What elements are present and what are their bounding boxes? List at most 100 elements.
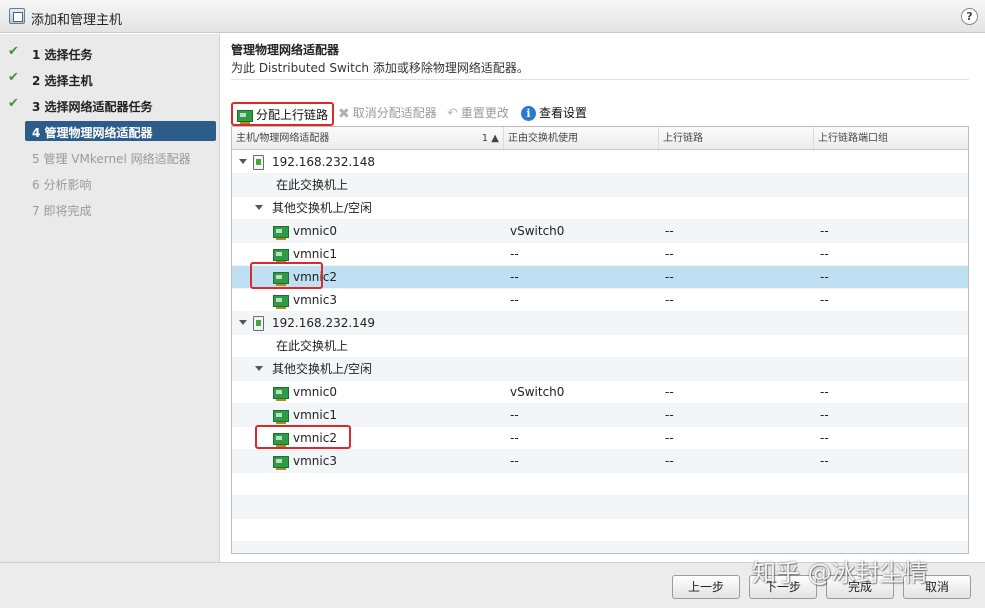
network-adapter-icon (273, 295, 289, 309)
network-adapter-icon (273, 410, 289, 424)
sort-indicator: 1 ▲ (481, 133, 499, 144)
adapter-name-cell: 192.168.232.148 (272, 155, 376, 169)
window-titlebar: 添加和管理主机 ? (0, 0, 985, 33)
switch-cell: vSwitch0 (510, 385, 565, 399)
uplink-portgroup-cell: -- (820, 408, 829, 422)
view-settings-button[interactable]: i 查看设置 (521, 102, 587, 126)
uplink-portgroup-cell: -- (820, 431, 829, 445)
table-row[interactable]: 在此交换机上 (232, 174, 968, 197)
divider (231, 79, 969, 80)
table-row[interactable]: 192.168.232.148 (232, 151, 968, 174)
network-adapter-icon (273, 433, 289, 447)
network-adapter-icon (273, 226, 289, 240)
table-row[interactable]: vmnic2 -- -- -- (232, 266, 968, 289)
uplink-portgroup-cell: -- (820, 247, 829, 261)
adapter-name-cell: vmnic3 (293, 293, 337, 307)
assign-uplink-label: 分配上行链路 (256, 108, 329, 122)
network-adapter-icon (237, 109, 253, 124)
adapter-name-cell: 其他交换机上/空闲 (272, 201, 373, 215)
expand-toggle-icon[interactable] (255, 205, 263, 210)
step-label: 2 选择主机 (32, 74, 93, 88)
host-icon (253, 155, 264, 170)
uplink-portgroup-cell: -- (820, 270, 829, 284)
step-7: 7 即将完成 (0, 199, 220, 219)
uplink-cell: -- (665, 385, 674, 399)
uplink-cell: -- (665, 224, 674, 238)
step-5: 5 管理 VMkernel 网络适配器 (0, 147, 220, 167)
empty-row (232, 519, 968, 542)
table-row[interactable]: vmnic3 -- -- -- (232, 450, 968, 473)
uplink-portgroup-cell: -- (820, 454, 829, 468)
network-adapter-icon (273, 249, 289, 263)
step-label: 3 选择网络适配器任务 (32, 100, 153, 114)
check-icon: ✔ (8, 44, 19, 59)
wizard-steps: ✔ 1 选择任务 ✔ 2 选择主机 ✔ 3 选择网络适配器任务 4 管理物理网络… (0, 34, 220, 562)
adapter-name-cell: vmnic1 (293, 408, 337, 422)
step-label: 7 即将完成 (32, 204, 92, 218)
table-row[interactable]: 在此交换机上 (232, 335, 968, 358)
adapter-name-cell: vmnic1 (293, 247, 337, 261)
adapter-name-cell: 192.168.232.149 (272, 316, 376, 330)
unassign-adapter-label: 取消分配适配器 (352, 106, 437, 120)
watermark: 知乎 @冰封尘情 (752, 559, 928, 587)
adapter-name-cell: 在此交换机上 (276, 339, 349, 353)
step-1[interactable]: ✔ 1 选择任务 (0, 43, 220, 63)
uplink-cell: -- (665, 454, 674, 468)
uplink-portgroup-cell: -- (820, 385, 829, 399)
column-header-uplink-portgroup[interactable]: 上行链路端口组 (814, 127, 968, 150)
network-adapter-icon (273, 456, 289, 470)
table-row[interactable]: vmnic1 -- -- -- (232, 404, 968, 427)
uplink-cell: -- (665, 408, 674, 422)
expand-toggle-icon[interactable] (255, 366, 263, 371)
reset-changes-label: 重置更改 (460, 106, 509, 120)
expand-toggle-icon[interactable] (239, 320, 247, 325)
help-icon[interactable]: ? (961, 8, 978, 25)
switch-cell: -- (510, 270, 519, 284)
table-row[interactable]: vmnic2 -- -- -- (232, 427, 968, 450)
uplink-portgroup-cell: -- (820, 293, 829, 307)
step-3[interactable]: ✔ 3 选择网络适配器任务 (0, 95, 220, 115)
adapter-name-cell: 在此交换机上 (276, 178, 349, 192)
empty-row (232, 496, 968, 519)
main-panel: 管理物理网络适配器 为此 Distributed Switch 添加或移除物理网… (221, 34, 985, 562)
column-header-in-use-by-switch[interactable]: 正由交换机使用 (504, 127, 659, 150)
table-row[interactable]: vmnic0 vSwitch0 -- -- (232, 381, 968, 404)
adapter-name-cell: vmnic2 (293, 270, 337, 284)
uplink-cell: -- (665, 293, 674, 307)
table-body: 192.168.232.148 在此交换机上 其他交换机上/空闲 vmnic0 vSwi… (232, 151, 968, 553)
unassign-adapter-button[interactable]: ✖ 取消分配适配器 (338, 102, 437, 126)
column-header-label: 上行链路端口组 (818, 133, 888, 144)
step-2[interactable]: ✔ 2 选择主机 (0, 69, 220, 89)
column-header-label: 主机/物理网络适配器 (236, 133, 330, 144)
network-adapter-icon (273, 387, 289, 401)
undo-icon: ↶ (447, 105, 458, 121)
empty-row (232, 473, 968, 496)
network-adapter-icon (273, 272, 289, 286)
step-4-current[interactable]: 4 管理物理网络适配器 (25, 121, 216, 141)
table-row[interactable]: 其他交换机上/空闲 (232, 358, 968, 381)
switch-cell: -- (510, 408, 519, 422)
uplink-cell: -- (665, 431, 674, 445)
step-label: 5 管理 VMkernel 网络适配器 (32, 152, 191, 166)
table-row[interactable]: 其他交换机上/空闲 (232, 197, 968, 220)
host-icon (253, 316, 264, 331)
step-6: 6 分析影响 (0, 173, 220, 193)
table-row[interactable]: 192.168.232.149 (232, 312, 968, 335)
column-header-label: 正由交换机使用 (508, 133, 578, 144)
column-header-uplink[interactable]: 上行链路 (659, 127, 814, 150)
table-row[interactable]: vmnic3 -- -- -- (232, 289, 968, 312)
check-icon: ✔ (8, 96, 19, 111)
table-row[interactable]: vmnic1 -- -- -- (232, 243, 968, 266)
back-button[interactable]: 上一步 (672, 575, 740, 599)
table-row[interactable]: vmnic0 vSwitch0 -- -- (232, 220, 968, 243)
assign-uplink-button[interactable]: 分配上行链路 (231, 102, 334, 126)
column-header-host-adapter[interactable]: 主机/物理网络适配器 1 ▲ (232, 127, 504, 150)
reset-changes-button[interactable]: ↶ 重置更改 (447, 102, 509, 126)
column-header-label: 上行链路 (663, 133, 703, 144)
adapter-name-cell: vmnic3 (293, 454, 337, 468)
window-icon (9, 8, 25, 24)
close-icon: ✖ (338, 105, 350, 122)
adapter-name-cell: vmnic0 (293, 224, 337, 238)
uplink-portgroup-cell: -- (820, 224, 829, 238)
expand-toggle-icon[interactable] (239, 159, 247, 164)
